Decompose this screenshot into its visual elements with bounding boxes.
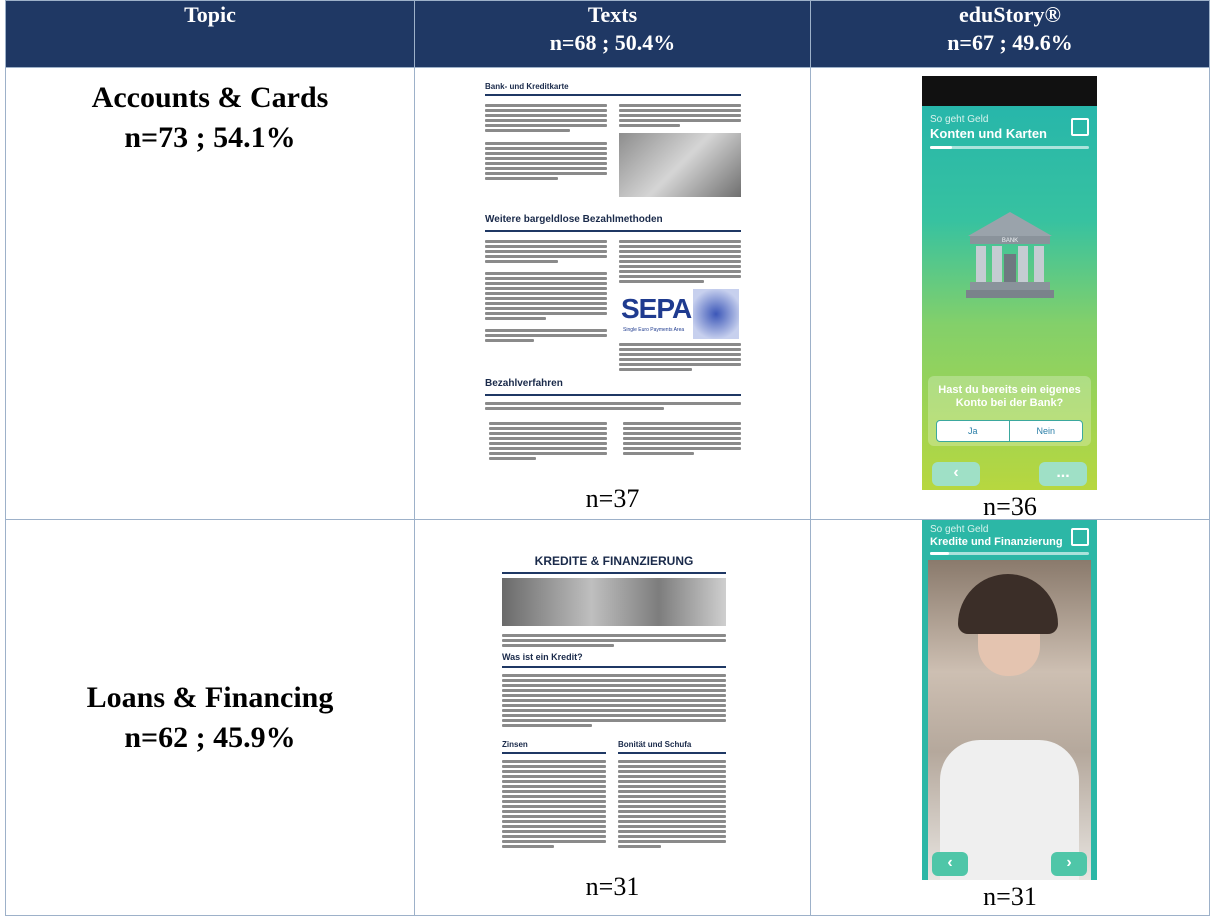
topic-title: Loans & Financing (86, 680, 334, 714)
answer-no-button[interactable]: Nein (1010, 421, 1083, 441)
progress-bar (930, 146, 1089, 149)
app-title: Kredite und Finanzierung (930, 536, 1063, 548)
presenter-video (928, 560, 1091, 880)
svg-text:BANK: BANK (1002, 238, 1018, 244)
texts-cell-loans-financing: KREDITE & FINANZIERUNG Was ist ein Kredi… (414, 519, 811, 916)
topic-count: n=73 ; 54.1% (124, 121, 296, 154)
header-edustory-label: eduStory® (959, 2, 1061, 27)
topic-title: Accounts & Cards (91, 81, 329, 114)
app-screen: So geht Geld Konten und Karten BANK Hast… (922, 76, 1097, 490)
doc-heading: Bezahlverfahren (485, 378, 563, 389)
doc-heading: Bank- und Kreditkarte (485, 82, 569, 91)
back-button[interactable]: ‹ (932, 462, 980, 486)
progress-bar (930, 552, 1089, 555)
header-texts: Texts n=68 ; 50.4% (414, 0, 811, 68)
next-button[interactable]: › (1051, 852, 1087, 876)
question-card: Hast du bereits ein eigenes Konto bei de… (928, 376, 1091, 446)
header-row: Topic Texts n=68 ; 50.4% eduStory® n=67 … (5, 0, 1210, 68)
doc-heading: Was ist ein Kredit? (502, 652, 583, 662)
topic-cell-accounts-cards: Accounts & Cards n=73 ; 54.1% (5, 67, 415, 520)
header-edustory-count: n=67 ; 49.6% (947, 30, 1073, 55)
edustory-count: n=31 (983, 882, 1037, 911)
app-title: Konten und Karten (930, 126, 1047, 141)
europe-map (693, 289, 739, 339)
edustory-cell-loans-financing: So geht Geld Kredite und Finanzierung ‹ … (810, 519, 1210, 916)
header-texts-label: Texts (587, 2, 638, 27)
document-thumbnail: Bank- und Kreditkarte Weitere bargeldlos… (479, 78, 747, 478)
header-edustory: eduStory® n=67 ; 49.6% (810, 0, 1210, 68)
money-photo (502, 578, 726, 626)
texts-count: n=37 (585, 484, 640, 513)
app-subtitle: So geht Geld (930, 114, 989, 125)
answer-yes-button[interactable]: Ja (937, 421, 1010, 441)
texts-count: n=31 (585, 872, 640, 901)
edustory-cell-accounts-cards: So geht Geld Konten und Karten BANK Hast… (810, 67, 1210, 521)
table-row-loans-financing: Loans & Financing n=62 ; 45.9% KREDITE &… (5, 519, 1210, 916)
topic-cell-loans-financing: Loans & Financing n=62 ; 45.9% (5, 519, 415, 916)
texts-cell-accounts-cards: Bank- und Kreditkarte Weitere bargeldlos… (414, 67, 811, 520)
comparison-table: Topic Texts n=68 ; 50.4% eduStory® n=67 … (5, 0, 1210, 916)
bank-icon: BANK (966, 212, 1054, 298)
doc-heading: KREDITE & FINANZIERUNG (534, 554, 694, 568)
doc-heading: Zinsen (502, 740, 528, 749)
edit-icon[interactable] (1071, 528, 1089, 546)
sepa-logo: SEPA Single Euro Payments Area (619, 289, 741, 341)
topic-count: n=62 ; 45.9% (124, 720, 296, 754)
app-subtitle: So geht Geld (930, 524, 989, 535)
document-thumbnail: KREDITE & FINANZIERUNG Was ist ein Kredi… (496, 550, 732, 868)
edustory-count: n=36 (983, 492, 1037, 521)
back-button[interactable]: ‹ (932, 852, 968, 876)
table-row-accounts-cards: Accounts & Cards n=73 ; 54.1% Bank- und … (5, 67, 1210, 521)
header-topic: Topic (5, 0, 415, 68)
answer-group: Ja Nein (936, 420, 1083, 442)
card-photo (619, 133, 741, 197)
edit-icon[interactable] (1071, 118, 1089, 136)
header-texts-count: n=68 ; 50.4% (549, 30, 676, 55)
doc-heading: Weitere bargeldlose Bezahlmethoden (485, 214, 663, 225)
doc-heading: Bonität und Schufa (618, 740, 692, 749)
question-text: Hast du bereits ein eigenes Konto bei de… (938, 384, 1081, 409)
more-button[interactable]: ... (1039, 462, 1087, 486)
app-screen: So geht Geld Kredite und Finanzierung ‹ … (922, 520, 1097, 880)
